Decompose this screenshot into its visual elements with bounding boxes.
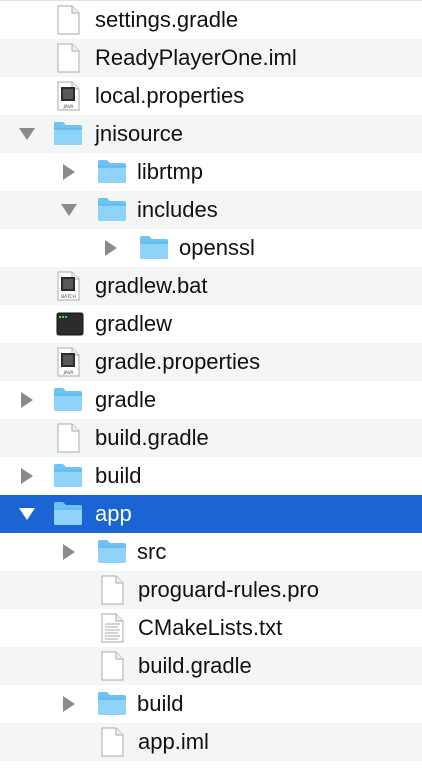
terminal-executable-icon xyxy=(56,311,84,343)
tree-row-readyplayerone-iml[interactable]: ReadyPlayerOne.iml xyxy=(0,39,422,77)
folder-icon xyxy=(138,233,170,267)
folder-icon xyxy=(52,119,84,153)
tree-item-label: openssl xyxy=(179,235,255,260)
tree-row-gradle-properties[interactable]: JAVA gradle.properties xyxy=(0,343,422,381)
batch-file-icon: BATCH xyxy=(56,271,80,307)
tree-item-label: gradle xyxy=(95,387,157,412)
document-icon xyxy=(100,575,124,611)
folder-icon xyxy=(96,537,128,571)
tree-item-label: CMakeLists.txt xyxy=(138,615,283,640)
java-properties-file-icon: JAVA xyxy=(56,81,80,117)
document-icon xyxy=(56,5,80,41)
disclosure-collapsed-icon[interactable] xyxy=(58,693,80,715)
disclosure-collapsed-icon[interactable] xyxy=(100,237,122,259)
tree-row-build[interactable]: build xyxy=(0,685,422,723)
tree-item-label: src xyxy=(137,539,167,564)
svg-text:JAVA: JAVA xyxy=(63,104,75,110)
folder-icon xyxy=(52,499,84,533)
file-tree: settings.gradle ReadyPlayerOne.iml JAVA loc… xyxy=(0,0,422,772)
tree-row-local-properties[interactable]: JAVA local.properties xyxy=(0,77,422,115)
tree-row-app-iml[interactable]: app.iml xyxy=(0,723,422,761)
document-icon xyxy=(56,423,80,459)
folder-icon xyxy=(96,689,128,723)
svg-text:JAVA: JAVA xyxy=(63,370,75,376)
disclosure-expanded-icon[interactable] xyxy=(16,503,38,525)
tree-row-jnisource[interactable]: jnisource xyxy=(0,115,422,153)
tree-row-librtmp[interactable]: librtmp xyxy=(0,153,422,191)
tree-row-gradle[interactable]: gradle xyxy=(0,381,422,419)
tree-item-label: ReadyPlayerOne.iml xyxy=(95,45,297,70)
folder-icon xyxy=(96,195,128,229)
tree-item-label: build.gradle xyxy=(95,425,209,450)
tree-row-gradlew-bat[interactable]: BATCH gradlew.bat xyxy=(0,267,422,305)
tree-item-label: proguard-rules.pro xyxy=(138,577,319,602)
disclosure-collapsed-icon[interactable] xyxy=(16,465,38,487)
document-icon xyxy=(56,43,80,79)
tree-item-label: jnisource xyxy=(95,121,184,146)
tree-row-cmakelists-txt[interactable]: CMakeLists.txt xyxy=(0,609,422,647)
svg-text:BATCH: BATCH xyxy=(61,294,76,300)
document-icon xyxy=(100,651,124,687)
tree-item-label: build xyxy=(137,691,184,716)
tree-row-settings-gradle[interactable]: settings.gradle xyxy=(0,1,422,39)
tree-item-label: includes xyxy=(137,197,218,222)
tree-item-label: librtmp xyxy=(137,159,204,184)
folder-icon xyxy=(52,385,84,419)
tree-item-label: build xyxy=(95,463,142,488)
disclosure-collapsed-icon[interactable] xyxy=(16,389,38,411)
tree-row-openssl[interactable]: openssl xyxy=(0,229,422,267)
text-file-icon xyxy=(100,613,124,649)
tree-row-build-gradle[interactable]: build.gradle xyxy=(0,647,422,685)
tree-item-label: gradlew.bat xyxy=(95,273,208,298)
disclosure-expanded-icon[interactable] xyxy=(16,123,38,145)
java-properties-file-icon: JAVA xyxy=(56,347,80,383)
tree-row-proguard-rules-pro[interactable]: proguard-rules.pro xyxy=(0,571,422,609)
tree-item-label: gradlew xyxy=(95,311,173,336)
tree-item-label: settings.gradle xyxy=(95,7,239,32)
tree-row-includes[interactable]: includes xyxy=(0,191,422,229)
disclosure-collapsed-icon[interactable] xyxy=(58,161,80,183)
tree-row-gradlew[interactable]: gradlew xyxy=(0,305,422,343)
disclosure-expanded-icon[interactable] xyxy=(58,199,80,221)
tree-item-label: gradle.properties xyxy=(95,349,261,374)
document-icon xyxy=(100,727,124,763)
folder-icon xyxy=(96,157,128,191)
tree-item-label: app xyxy=(95,501,132,526)
folder-icon xyxy=(52,461,84,495)
tree-item-label: local.properties xyxy=(95,83,245,108)
tree-row-build-gradle[interactable]: build.gradle xyxy=(0,419,422,457)
tree-row-app[interactable]: app xyxy=(0,495,422,533)
disclosure-collapsed-icon[interactable] xyxy=(58,541,80,563)
tree-row-src[interactable]: src xyxy=(0,533,422,571)
tree-item-label: app.iml xyxy=(138,729,209,754)
tree-row-build[interactable]: build xyxy=(0,457,422,495)
tree-item-label: build.gradle xyxy=(138,653,252,678)
